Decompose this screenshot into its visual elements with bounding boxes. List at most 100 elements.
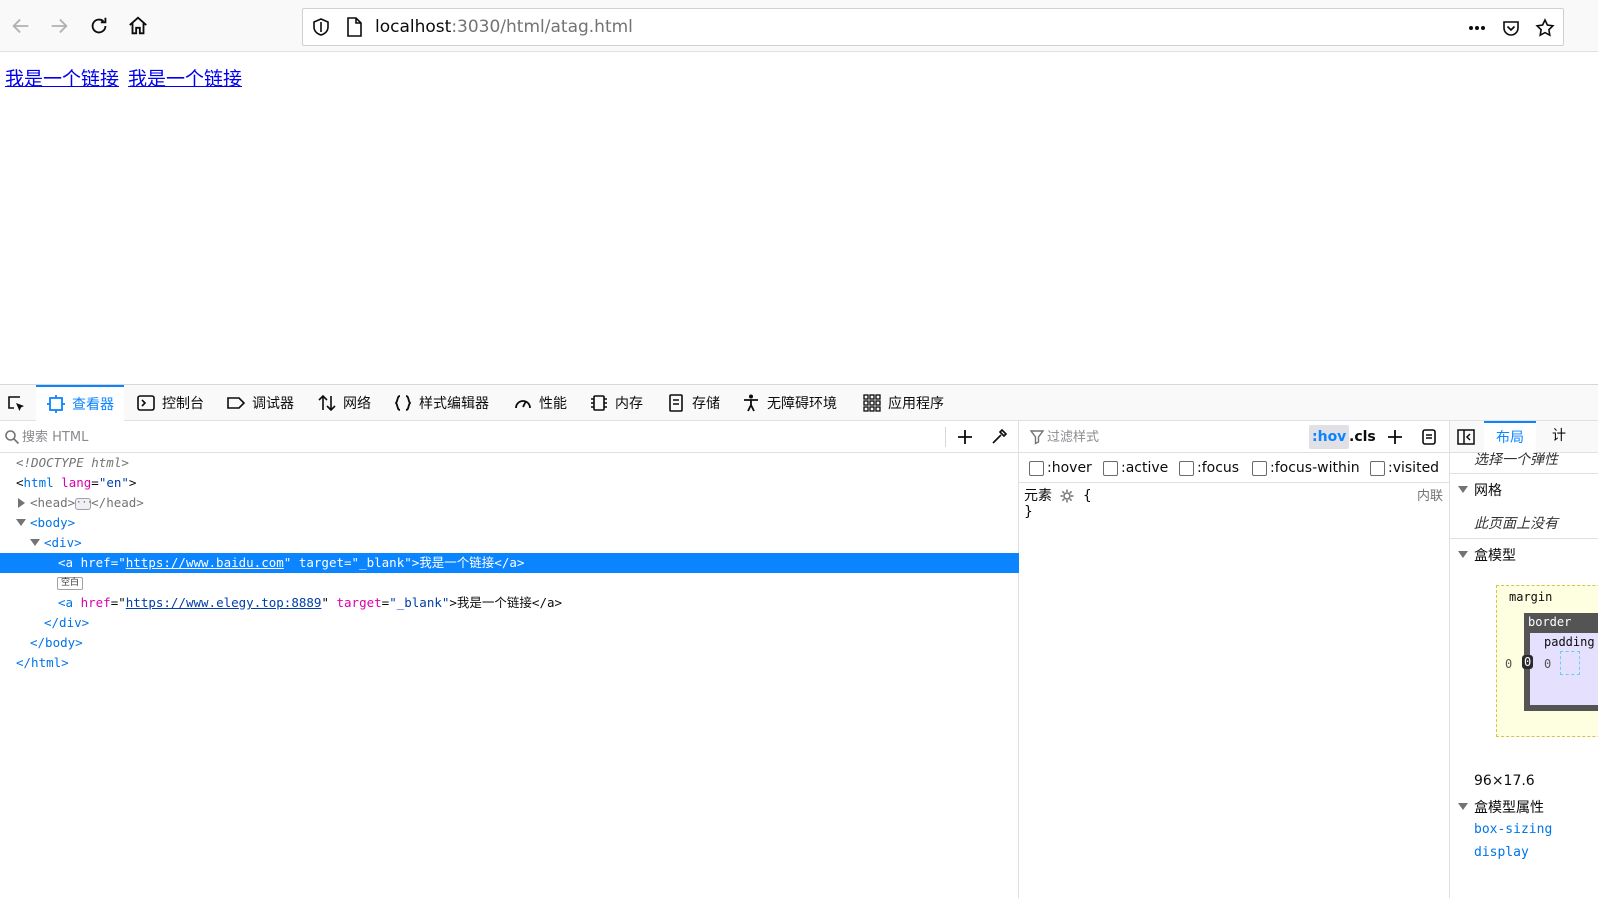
tab-console[interactable]: 控制台 (136, 385, 204, 421)
element-rule-header[interactable]: 元素 { (1024, 485, 1092, 505)
page-link-elegy[interactable]: 我是一个链接 (128, 64, 242, 91)
print-simulation-button[interactable] (1417, 425, 1441, 449)
a1-text: >我是一个链接</a> (411, 555, 525, 570)
reload-button[interactable] (82, 6, 116, 46)
gear-icon[interactable] (1060, 489, 1074, 503)
node-div-close[interactable]: </div> (0, 613, 1019, 633)
tab-network[interactable]: 网络 (317, 385, 371, 421)
collapse-div-twisty[interactable] (30, 539, 40, 546)
rule-source-label: 内联 (1417, 489, 1444, 504)
margin-left-value[interactable]: 0 (1505, 657, 1512, 671)
tab-console-label: 控制台 (162, 396, 204, 412)
padding-label: padding (1544, 635, 1595, 649)
border-left-value[interactable]: 0 (1522, 655, 1534, 669)
forward-arrow-icon (51, 18, 68, 34)
page-link-baidu[interactable]: 我是一个链接 (5, 64, 119, 91)
tab-memory[interactable]: 内存 (589, 385, 643, 421)
pseudo-visited[interactable]: :visited (1370, 459, 1439, 477)
url-text[interactable]: localhost:3030/html/atag.html (375, 17, 633, 37)
home-button[interactable] (121, 6, 155, 46)
pseudo-active[interactable]: :active (1103, 459, 1168, 477)
grid-section-header[interactable]: 网格 (1450, 473, 1598, 505)
a2-target-val: "_blank" (389, 595, 450, 610)
a2-href-link[interactable]: https://www.elegy.top:8889 (126, 595, 322, 610)
collapse-box-model-twisty[interactable] (1458, 551, 1468, 558)
expand-head-twisty[interactable] (18, 498, 25, 508)
element-picker-icon (8, 396, 24, 411)
tab-network-label: 网络 (343, 396, 371, 412)
search-icon (5, 430, 20, 445)
collapse-grid-twisty[interactable] (1458, 486, 1468, 493)
tab-inspector[interactable]: 查看器 (36, 385, 124, 421)
page-actions-button[interactable] (1465, 16, 1489, 40)
tab-accessibility-label: 无障碍环境 (767, 396, 837, 412)
whitespace-badge: 空白 (57, 577, 84, 590)
node-html[interactable]: <html lang="en"> (0, 473, 1019, 493)
url-bar[interactable]: localhost:3030/html/atag.html (302, 8, 1564, 46)
active-checkbox[interactable] (1103, 460, 1118, 476)
eyedropper-button[interactable] (986, 425, 1012, 449)
search-divider (945, 427, 946, 447)
visited-label: :visited (1388, 460, 1440, 476)
page-viewport: 我是一个链接 我是一个链接 (0, 52, 1598, 384)
node-a-elegy[interactable]: <a href="https://www.elegy.top:8889" tar… (0, 593, 1019, 613)
pseudo-hover[interactable]: :hover (1029, 459, 1092, 477)
padding-left-value[interactable]: 0 (1544, 657, 1551, 671)
node-body-close[interactable]: </body> (0, 633, 1019, 653)
prop-display[interactable]: display (1474, 845, 1529, 860)
node-a-baidu[interactable]: <a href="https://www.baidu.com" target="… (0, 553, 1019, 573)
html-tag-name: html (23, 475, 54, 490)
tab-memory-label: 内存 (615, 396, 643, 412)
bookmark-button[interactable] (1533, 16, 1557, 40)
focus-within-checkbox[interactable] (1252, 460, 1267, 476)
pocket-button[interactable] (1499, 16, 1523, 40)
lang-val: "en" (98, 475, 129, 490)
toggle-classes-button[interactable]: .cls (1349, 425, 1376, 449)
tab-application[interactable]: 应用程序 (862, 385, 944, 421)
filter-icon (1029, 430, 1045, 445)
box-model-padding[interactable]: padding 0 (1530, 633, 1598, 705)
page-info-icon[interactable] (345, 17, 363, 37)
a1-target-val: "_blank" (351, 555, 412, 570)
tab-accessibility[interactable]: 无障碍环境 (741, 385, 837, 421)
box-model-section-header[interactable]: 盒模型 (1450, 538, 1598, 570)
html-search-input[interactable] (22, 427, 922, 447)
a1-href-link[interactable]: https://www.baidu.com (126, 555, 284, 570)
element-rule-close-brace: } (1024, 504, 1033, 520)
document-icon (1422, 429, 1436, 445)
toggle-pseudo-class-button[interactable]: :hov (1309, 425, 1350, 449)
tab-style-editor[interactable]: 样式编辑器 (393, 385, 489, 421)
forward-button[interactable] (42, 6, 76, 46)
filter-styles-input[interactable] (1047, 427, 1307, 447)
collapsed-ellipsis-icon[interactable]: ··· (75, 497, 92, 510)
a2-close-quote: " (321, 595, 329, 610)
inspector-icon (47, 395, 65, 413)
collapse-body-twisty[interactable] (16, 519, 26, 526)
add-rule-button[interactable] (1383, 425, 1407, 449)
node-html-close[interactable]: </html> (0, 653, 1019, 673)
node-whitespace[interactable]: 空白 (0, 573, 1019, 593)
tab-storage[interactable]: 存储 (666, 385, 720, 421)
focus-within-label: :focus-within (1270, 460, 1360, 476)
box-props-section-header[interactable]: 盒模型属性 (1450, 791, 1598, 823)
visited-checkbox[interactable] (1370, 460, 1385, 476)
add-node-button[interactable] (952, 425, 978, 449)
element-picker-button[interactable] (2, 391, 30, 417)
pseudo-focus[interactable]: :focus (1179, 459, 1239, 477)
focus-checkbox[interactable] (1179, 460, 1194, 476)
back-button[interactable] (4, 6, 38, 46)
node-head[interactable]: <head>···</head> (0, 493, 1019, 513)
pseudo-focus-within[interactable]: :focus-within (1252, 459, 1360, 477)
layout-sidebar: 布局 计 选择一个弹性 网格 此页面上没有 盒模型 margin border … (1450, 421, 1598, 898)
eyedropper-icon (992, 428, 1008, 444)
prop-box-sizing[interactable]: box-sizing (1474, 822, 1552, 837)
node-body[interactable]: <body> (0, 513, 1019, 533)
collapse-box-props-twisty[interactable] (1458, 803, 1468, 810)
tab-performance[interactable]: 性能 (513, 385, 567, 421)
node-doctype[interactable]: <!DOCTYPE html> (0, 453, 1019, 473)
tab-debugger[interactable]: 调试器 (226, 385, 294, 421)
tracking-shield-icon[interactable] (311, 17, 331, 37)
node-div[interactable]: <div> (0, 533, 1019, 553)
toggle-pane-icon[interactable] (1456, 427, 1476, 447)
hover-checkbox[interactable] (1029, 460, 1044, 476)
